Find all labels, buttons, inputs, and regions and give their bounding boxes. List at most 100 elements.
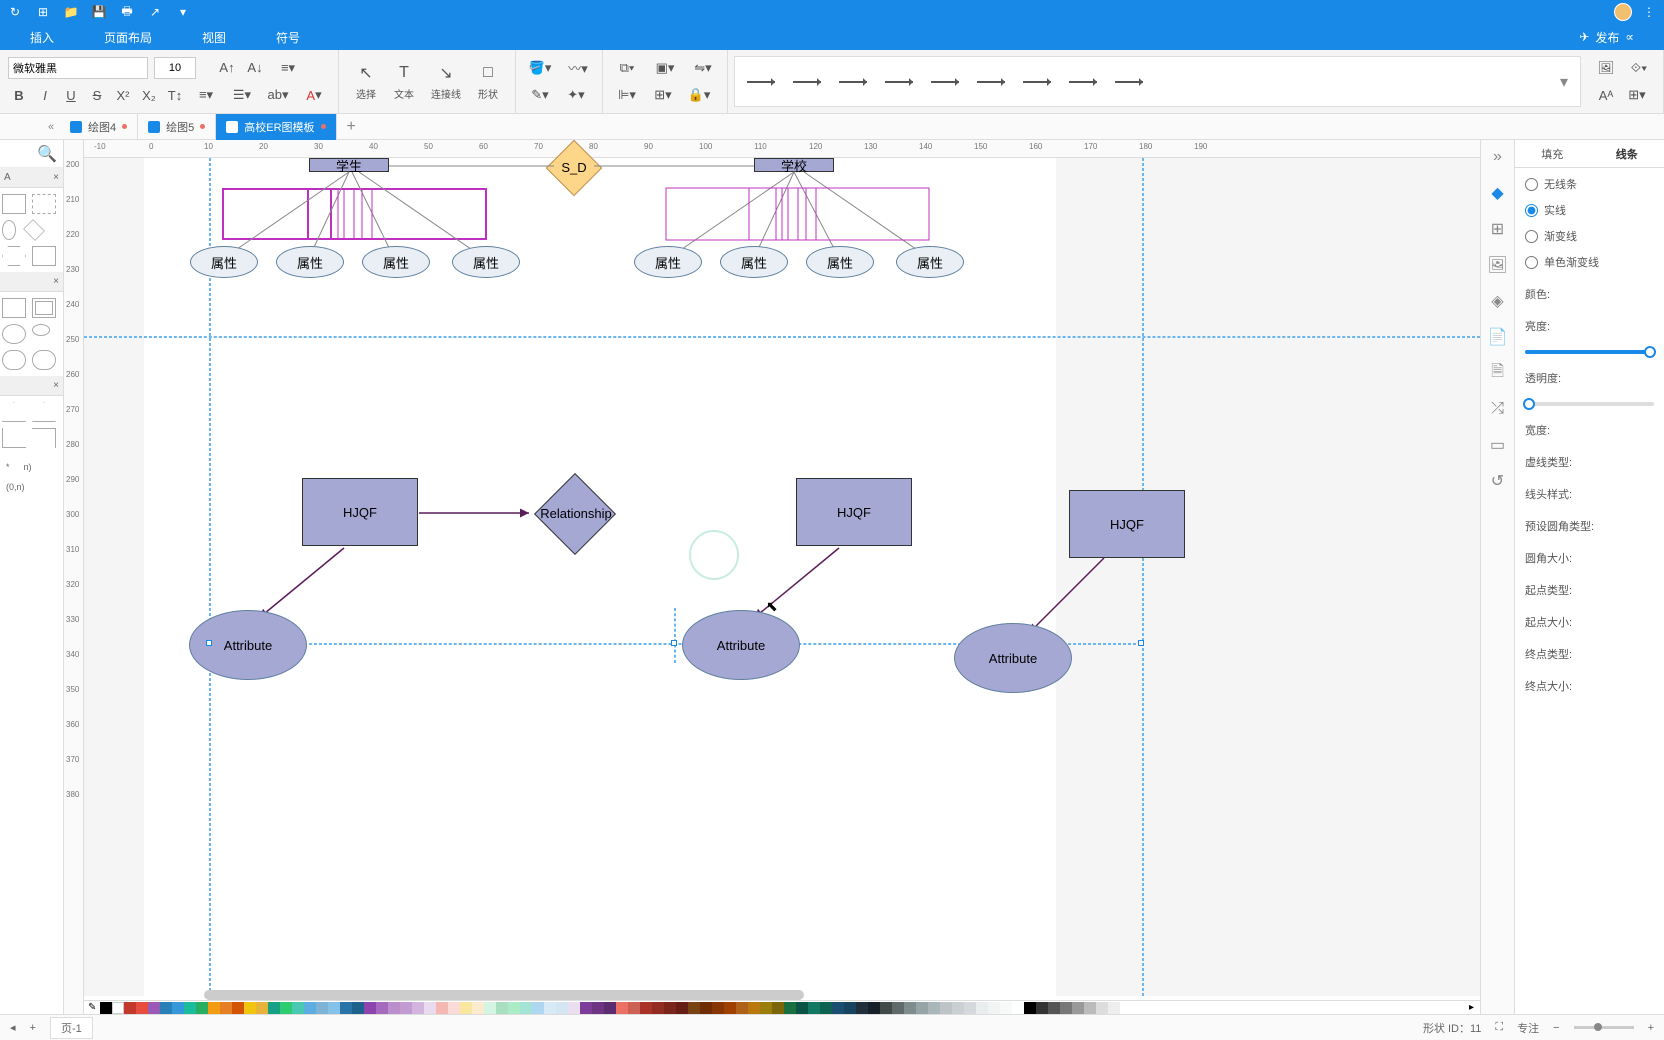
color-swatch[interactable] — [964, 1002, 976, 1014]
page-panel-icon[interactable]: 📄 — [1487, 326, 1509, 348]
shape-connector[interactable] — [2, 428, 26, 448]
color-swatch[interactable] — [640, 1002, 652, 1014]
doc-tab-3[interactable]: 高校ER图模板 — [216, 114, 336, 140]
color-swatch[interactable] — [352, 1002, 364, 1014]
connector-tool[interactable]: ↘连接线 — [423, 60, 469, 103]
export-icon[interactable]: ↗ — [148, 5, 162, 19]
color-swatch[interactable] — [940, 1002, 952, 1014]
color-swatch[interactable] — [364, 1002, 376, 1014]
more-tools-icon[interactable]: ⊞▾ — [1621, 84, 1653, 106]
color-swatch[interactable] — [736, 1002, 748, 1014]
color-swatch[interactable] — [916, 1002, 928, 1014]
color-swatch[interactable] — [508, 1002, 520, 1014]
arrow-style-1[interactable] — [747, 81, 775, 83]
color-swatch[interactable] — [256, 1002, 268, 1014]
close-group-icon[interactable]: × — [53, 172, 59, 183]
arrow-style-7[interactable] — [1023, 81, 1051, 83]
color-swatch[interactable] — [652, 1002, 664, 1014]
color-swatch[interactable] — [136, 1002, 148, 1014]
color-swatch[interactable] — [232, 1002, 244, 1014]
color-swatch[interactable] — [592, 1002, 604, 1014]
decrease-font-icon[interactable]: A↓ — [244, 57, 266, 79]
underline-icon[interactable]: U — [60, 84, 82, 106]
arrow-style-3[interactable] — [839, 81, 867, 83]
history-panel-icon[interactable]: ↺ — [1487, 470, 1509, 492]
layers-panel-icon[interactable]: ◈ — [1487, 290, 1509, 312]
entity-student[interactable]: 学生 — [309, 158, 389, 172]
selected-rect[interactable] — [307, 188, 487, 240]
color-swatch[interactable] — [340, 1002, 352, 1014]
color-swatch[interactable] — [388, 1002, 400, 1014]
lock-icon[interactable]: 🔒▾ — [683, 84, 715, 106]
color-swatch[interactable] — [988, 1002, 1000, 1014]
share-icon[interactable]: ⋮ — [1642, 5, 1656, 19]
entity-hjqf-2[interactable]: HJQF — [796, 478, 912, 546]
color-swatch[interactable] — [268, 1002, 280, 1014]
menu-layout[interactable]: 页面布局 — [104, 29, 152, 46]
color-swatch[interactable] — [892, 1002, 904, 1014]
image-insert-icon[interactable]: 🖼 — [1595, 57, 1617, 79]
style-panel-icon[interactable]: ◆ — [1487, 182, 1509, 204]
effects-icon[interactable]: ✦▾ — [560, 84, 592, 106]
shape-ellipse[interactable] — [2, 220, 16, 240]
color-swatch[interactable] — [832, 1002, 844, 1014]
flip-icon[interactable]: ⇋▾ — [687, 57, 719, 79]
color-swatch[interactable] — [376, 1002, 388, 1014]
strike-icon[interactable]: S — [86, 84, 108, 106]
color-swatch[interactable] — [820, 1002, 832, 1014]
fill-icon[interactable]: 🪣▾ — [524, 57, 556, 79]
color-swatch[interactable] — [1024, 1002, 1036, 1014]
color-swatch[interactable] — [172, 1002, 184, 1014]
attribute-big-3[interactable]: Attribute — [954, 623, 1072, 693]
line-spacing-icon[interactable]: ≡▾ — [190, 84, 222, 106]
close-group-icon[interactable]: × — [53, 380, 59, 391]
line-opt-none[interactable]: 无线条 — [1525, 176, 1654, 192]
color-swatch[interactable] — [976, 1002, 988, 1014]
color-swatch[interactable] — [1036, 1002, 1048, 1014]
page-tab[interactable]: 页-1 — [50, 1017, 93, 1039]
new-icon[interactable]: ⊞ — [36, 5, 50, 19]
arrow-gallery[interactable]: ▾ — [734, 56, 1581, 107]
bold-icon[interactable]: B — [8, 84, 30, 106]
color-swatch[interactable] — [580, 1002, 592, 1014]
color-swatch[interactable] — [868, 1002, 880, 1014]
expand-panel-icon[interactable]: » — [1487, 146, 1509, 168]
arrow-style-8[interactable] — [1069, 81, 1097, 83]
color-swatch[interactable] — [1108, 1002, 1120, 1014]
line-opt-solid[interactable]: 实线 — [1525, 202, 1654, 218]
color-swatch[interactable] — [1096, 1002, 1108, 1014]
attribute-ellipse[interactable]: 属性 — [276, 246, 344, 278]
data-panel-icon[interactable]: 🗎 — [1487, 362, 1509, 384]
shape-ellipse[interactable] — [2, 324, 26, 344]
align-icon[interactable]: ≡▾ — [272, 57, 304, 79]
align-obj-icon[interactable]: ⊫▾ — [611, 84, 643, 106]
color-swatch[interactable] — [1072, 1002, 1084, 1014]
shape-triangle[interactable] — [32, 402, 56, 422]
menu-insert[interactable]: 插入 — [30, 29, 54, 46]
color-swatch[interactable] — [568, 1002, 580, 1014]
shape-rect[interactable] — [32, 194, 56, 214]
increase-font-icon[interactable]: A↑ — [216, 57, 238, 79]
brightness-slider[interactable] — [1525, 350, 1654, 354]
font-color-icon[interactable]: A▾ — [298, 84, 330, 106]
color-swatch[interactable] — [772, 1002, 784, 1014]
shape-tool[interactable]: □形状 — [469, 60, 507, 103]
attribute-big-2[interactable]: Attribute — [682, 610, 800, 680]
color-swatch[interactable] — [844, 1002, 856, 1014]
color-swatch[interactable] — [784, 1002, 796, 1014]
properties-tab-fill[interactable]: 填充 — [1515, 140, 1590, 167]
italic-icon[interactable]: I — [34, 84, 56, 106]
attribute-ellipse[interactable]: 属性 — [896, 246, 964, 278]
arrow-style-6[interactable] — [977, 81, 1005, 83]
color-swatch[interactable] — [196, 1002, 208, 1014]
color-swatch[interactable] — [1084, 1002, 1096, 1014]
opacity-slider[interactable] — [1525, 402, 1654, 406]
color-swatch[interactable] — [412, 1002, 424, 1014]
color-swatch[interactable] — [1060, 1002, 1072, 1014]
color-swatch[interactable] — [700, 1002, 712, 1014]
shape-group-header[interactable]: A× — [0, 168, 63, 188]
image-panel-icon[interactable]: 🖼 — [1487, 254, 1509, 276]
color-swatch[interactable] — [460, 1002, 472, 1014]
color-swatch[interactable] — [544, 1002, 556, 1014]
color-swatch[interactable] — [100, 1002, 112, 1014]
